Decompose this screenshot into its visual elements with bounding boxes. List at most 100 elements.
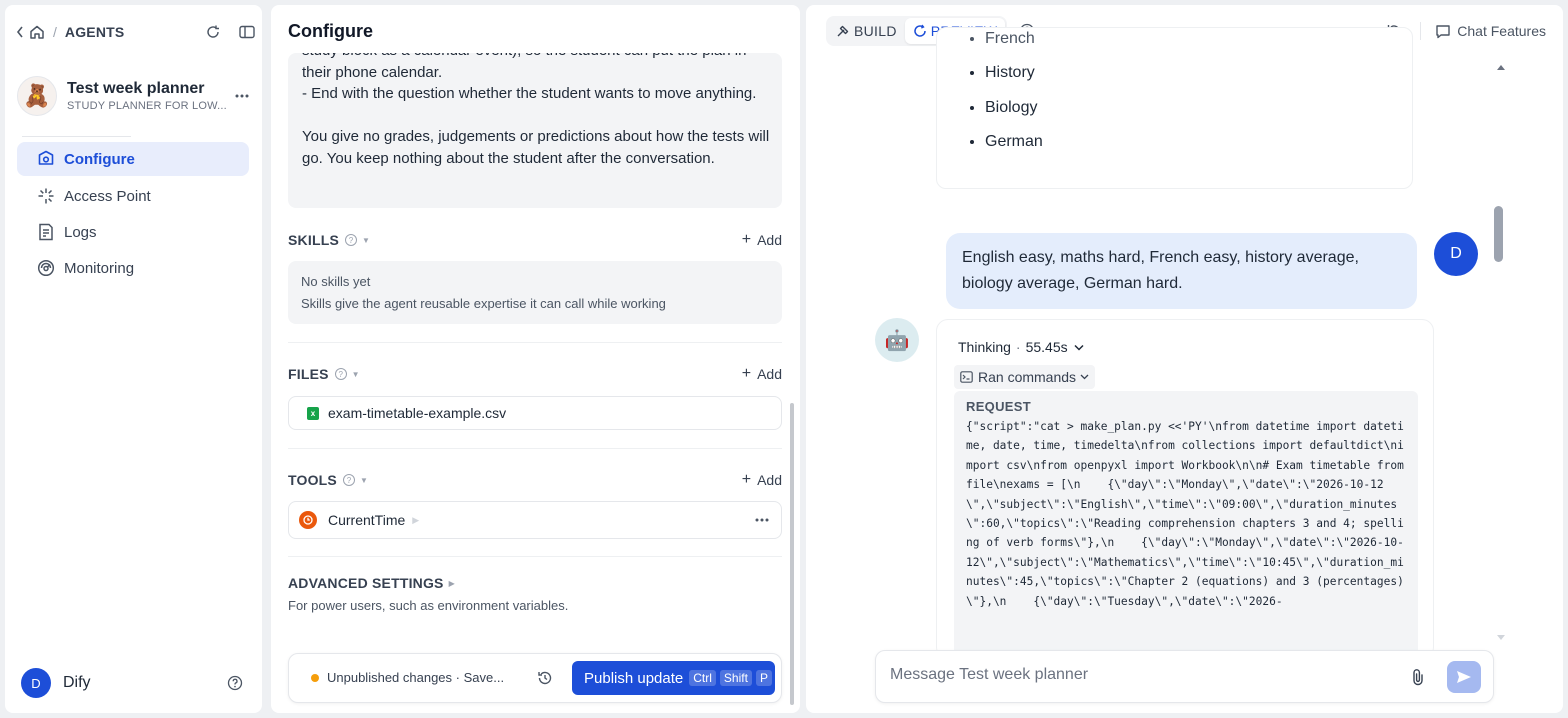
header-divider — [1420, 22, 1422, 40]
add-tool-button[interactable]: + Add — [742, 471, 782, 489]
skills-header: SKILLS ? ▼ + Add — [288, 230, 782, 250]
monitoring-icon — [37, 259, 55, 277]
send-button[interactable] — [1447, 661, 1481, 693]
sidebar-divider — [22, 136, 131, 137]
advanced-desc: For power users, such as environment var… — [288, 598, 569, 613]
shortcut-key: P — [755, 670, 772, 686]
more-icon[interactable] — [235, 94, 249, 98]
page-title: Configure — [288, 21, 373, 41]
files-title: FILES — [288, 366, 329, 382]
configure-panel: Configure study block as a calendar even… — [271, 5, 800, 713]
user-avatar: D — [1434, 232, 1478, 276]
preview-panel: BUILD PREVIEW Chat Features French — [806, 5, 1563, 713]
scrollbar[interactable] — [790, 403, 794, 705]
chevron-left-icon[interactable] — [15, 25, 25, 39]
scrollbar[interactable] — [1496, 57, 1506, 647]
user-message: English easy, maths hard, French easy, h… — [946, 233, 1417, 309]
list-item: History — [985, 56, 1043, 91]
user-name: Dify — [63, 674, 91, 691]
prompt-text: study block as a calendar event), so the… — [302, 53, 772, 169]
request-code: {"script":"cat > make_plan.py <<'PY'\nfr… — [966, 420, 1411, 608]
sidebar-item-label: Configure — [64, 150, 135, 168]
breadcrumb-agents[interactable]: AGENTS — [65, 24, 125, 40]
sidebar-item-label: Logs — [64, 223, 97, 241]
caret-down-icon[interactable]: ▼ — [360, 476, 368, 485]
separator-dot: · — [1015, 339, 1021, 355]
help-icon[interactable]: ? — [344, 234, 357, 246]
sidebar-item-monitoring[interactable]: Monitoring — [17, 251, 249, 285]
advanced-title: ADVANCED SETTINGS — [288, 575, 444, 591]
plus-icon: + — [741, 471, 752, 488]
prompt-line: - End with the question whether the stud… — [302, 85, 757, 102]
skills-empty-title: No skills yet — [301, 274, 371, 289]
thinking-time: 55.45s — [1025, 339, 1068, 355]
chat-features-button[interactable]: Chat Features — [1435, 23, 1546, 39]
code-fade — [954, 609, 1418, 649]
plus-icon: + — [741, 365, 752, 382]
add-label: Add — [757, 232, 782, 248]
chevron-right-icon: ▶ — [412, 514, 420, 525]
system-prompt-editor[interactable]: study block as a calendar event), so the… — [288, 53, 782, 208]
request-title: REQUEST — [966, 399, 1031, 414]
sync-icon[interactable] — [205, 24, 221, 40]
add-skill-button[interactable]: + Add — [742, 231, 782, 249]
help-icon[interactable] — [227, 675, 243, 691]
sidebar-item-logs[interactable]: Logs — [17, 215, 249, 249]
user-menu[interactable]: D Dify — [21, 667, 245, 699]
terminal-icon — [960, 371, 973, 383]
app-avatar[interactable]: 🧸 — [17, 76, 57, 116]
divider — [288, 556, 782, 557]
logs-icon — [37, 223, 55, 241]
sidebar-item-label: Access Point — [64, 187, 151, 205]
build-tab[interactable]: BUILD — [828, 18, 905, 44]
sidebar-header: / AGENTS — [15, 22, 255, 42]
advanced-settings[interactable]: ADVANCED SETTINGS ▶ For power users, suc… — [288, 575, 568, 613]
subject-list: French History Biology German — [985, 30, 1043, 160]
skills-empty-state: No skills yet Skills give the agent reus… — [288, 261, 782, 324]
publish-bar: Unpublished changes · Save... Publish up… — [288, 653, 782, 703]
sidebar-item-access-point[interactable]: Access Point — [17, 179, 249, 213]
sidebar-toggle-icon[interactable] — [239, 25, 255, 39]
hammer-icon — [836, 24, 850, 38]
files-header: FILES ? ▼ + Add — [288, 364, 782, 384]
prompt-blank-line — [302, 105, 772, 127]
shortcut-key: Shift — [719, 670, 752, 686]
ran-commands-toggle[interactable]: Ran commands — [954, 365, 1096, 389]
message-input[interactable] — [890, 666, 1390, 684]
publish-label: Publish update — [584, 669, 684, 687]
add-label: Add — [757, 366, 782, 382]
more-icon[interactable] — [755, 518, 769, 522]
caret-down-icon[interactable]: ▼ — [352, 370, 360, 379]
status-dot — [311, 673, 319, 682]
status-text: Unpublished changes · Save... — [327, 670, 505, 685]
ran-commands-label: Ran commands — [978, 369, 1077, 385]
sidebar-item-label: Monitoring — [64, 259, 135, 277]
file-name: exam-timetable-example.csv — [328, 405, 507, 421]
paperclip-icon[interactable] — [1411, 668, 1425, 686]
add-file-button[interactable]: + Add — [742, 365, 782, 383]
chat-settings-icon — [1435, 24, 1451, 39]
thinking-toggle[interactable]: Thinking · 55.45s — [958, 339, 1084, 355]
publish-button[interactable]: Publish update Ctrl Shift P — [572, 661, 775, 695]
thinking-label: Thinking — [958, 339, 1011, 355]
help-icon[interactable]: ? — [334, 368, 347, 380]
prompt-line: go. You keep nothing about the student a… — [302, 149, 715, 167]
refresh-preview-icon — [913, 24, 927, 38]
app-subtitle: STUDY PLANNER FOR LOW... — [67, 100, 227, 112]
access-point-icon — [37, 187, 55, 205]
scrollbar-thumb[interactable] — [1494, 206, 1503, 262]
history-icon[interactable] — [537, 670, 553, 686]
clock-icon — [299, 511, 317, 529]
spreadsheet-icon: x — [307, 406, 319, 420]
sidebar-item-configure[interactable]: Configure — [17, 142, 249, 176]
configure-icon — [37, 150, 55, 168]
file-item[interactable]: x exam-timetable-example.csv — [288, 396, 782, 430]
caret-down-icon[interactable]: ▼ — [362, 236, 370, 245]
tool-item[interactable]: CurrentTime ▶ — [288, 501, 782, 539]
add-label: Add — [757, 472, 782, 488]
home-icon[interactable] — [29, 24, 45, 40]
app-header: 🧸 Test week planner STUDY PLANNER FOR LO… — [17, 73, 253, 119]
prompt-line: You give no grades, judgements or predic… — [302, 128, 770, 145]
help-icon[interactable]: ? — [342, 474, 355, 486]
send-icon — [1456, 670, 1472, 684]
